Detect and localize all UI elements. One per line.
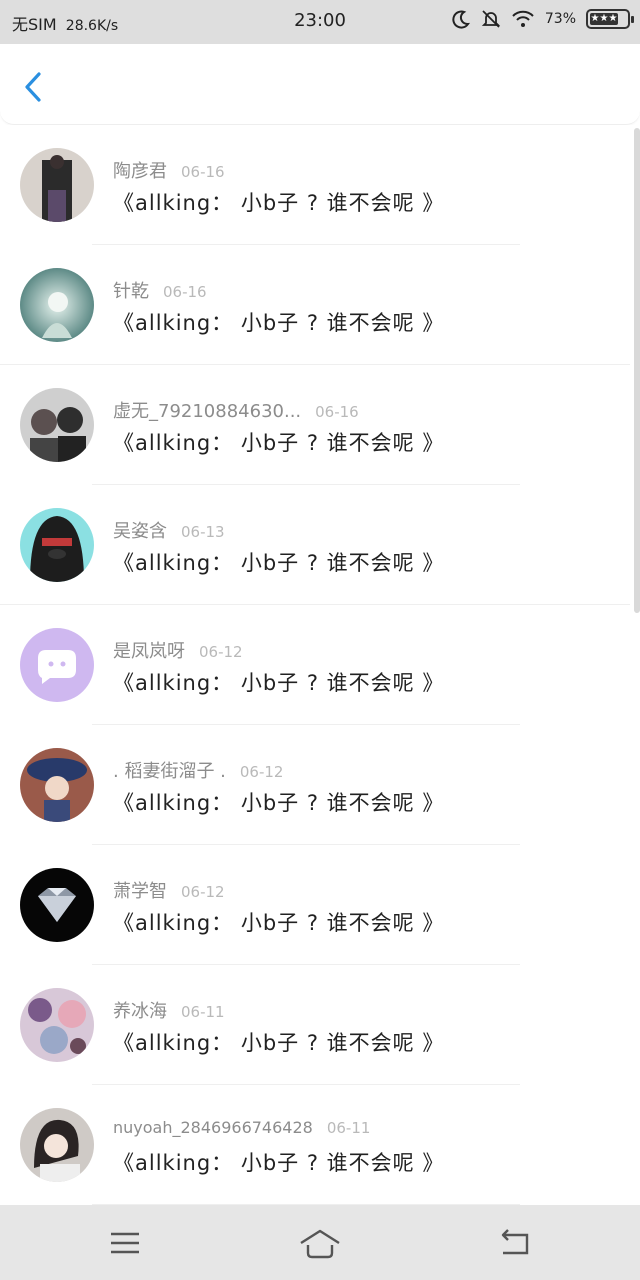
sender-name: 是凤岚呀 <box>113 641 185 662</box>
battery-icon: ★★★ <box>586 9 634 29</box>
sender-name: 针乾 <box>113 281 149 302</box>
message-list[interactable]: 陶彦君 06-16 《allking： 小b子 ? 谁不会呢 》 针乾 06-16 … <box>0 125 640 1205</box>
sender-name: 吴姿含 <box>113 521 167 542</box>
sender-line: 虚无_79210884630... 06-16 <box>113 397 359 423</box>
menu-button[interactable] <box>105 1223 145 1263</box>
sender-line: 陶彦君 06-16 <box>113 157 225 183</box>
mute-bell-icon <box>481 10 501 28</box>
message-text: 《allking： 小b子 ? 谁不会呢 》 <box>113 431 445 455</box>
message-date: 06-12 <box>199 643 243 661</box>
sender-name: 陶彦君 <box>113 161 167 182</box>
message-text: 《allking： 小b子 ? 谁不会呢 》 <box>113 191 445 215</box>
message-text: 《allking： 小b子 ? 谁不会呢 》 <box>113 911 445 935</box>
message-text: 《allking： 小b子 ? 谁不会呢 》 <box>113 1151 445 1175</box>
avatar[interactable] <box>20 148 94 222</box>
message-date: 06-11 <box>181 1003 225 1021</box>
list-item[interactable]: 养冰海 06-11 《allking： 小b子 ? 谁不会呢 》 <box>0 965 630 1085</box>
status-right: 73% ★★★ <box>451 9 634 29</box>
sender-line: 是凤岚呀 06-12 <box>113 637 243 663</box>
top-nav-bar <box>0 44 640 125</box>
list-item[interactable]: . 稻妻街溜子 . 06-12 《allking： 小b子 ? 谁不会呢 》 <box>0 725 630 845</box>
sender-name: 虚无_79210884630... <box>113 401 302 422</box>
chevron-left-icon <box>25 72 41 102</box>
scrollbar[interactable] <box>634 128 640 613</box>
list-item[interactable]: 萧学智 06-12 《allking： 小b子 ? 谁不会呢 》 <box>0 845 630 965</box>
avatar[interactable] <box>20 388 94 462</box>
sender-line: 吴姿含 06-13 <box>113 517 225 543</box>
message-date: 06-16 <box>315 403 359 421</box>
message-date: 06-16 <box>163 283 207 301</box>
moon-icon <box>452 10 470 29</box>
message-date: 06-12 <box>239 763 284 781</box>
home-button[interactable] <box>298 1223 342 1263</box>
avatar[interactable] <box>20 868 94 942</box>
message-date: 06-12 <box>181 883 225 901</box>
sender-name: nuyoah_2846966746428 <box>113 1118 313 1137</box>
wifi-icon <box>512 10 534 27</box>
sender-line: . 稻妻街溜子 . 06-12 <box>113 757 283 783</box>
avatar[interactable] <box>20 748 94 822</box>
list-item[interactable]: 是凤岚呀 06-12 《allking： 小b子 ? 谁不会呢 》 <box>0 605 630 725</box>
list-item[interactable]: 陶彦君 06-16 《allking： 小b子 ? 谁不会呢 》 <box>0 125 630 245</box>
back-button[interactable] <box>20 70 50 104</box>
avatar[interactable] <box>20 508 94 582</box>
system-nav-bar <box>0 1205 640 1280</box>
status-bar: 无SIM 28.6K/s 23:00 73% ★★★ <box>0 0 640 44</box>
avatar[interactable] <box>20 988 94 1062</box>
message-date: 06-16 <box>181 163 225 181</box>
message-text: 《allking： 小b子 ? 谁不会呢 》 <box>113 1031 445 1055</box>
home-icon <box>300 1229 340 1259</box>
avatar[interactable] <box>20 628 94 702</box>
message-date: 06-13 <box>181 523 225 541</box>
message-text: 《allking： 小b子 ? 谁不会呢 》 <box>113 791 445 815</box>
list-item[interactable]: 针乾 06-16 《allking： 小b子 ? 谁不会呢 》 <box>0 245 630 365</box>
message-date: 06-11 <box>326 1119 371 1137</box>
sender-line: 针乾 06-16 <box>113 277 207 303</box>
message-text: 《allking： 小b子 ? 谁不会呢 》 <box>113 311 445 335</box>
sender-line: nuyoah_2846966746428 06-11 <box>113 1117 370 1138</box>
message-text: 《allking： 小b子 ? 谁不会呢 》 <box>113 551 445 575</box>
list-item[interactable]: 虚无_79210884630... 06-16 《allking： 小b子 ? 谁… <box>0 365 630 485</box>
sender-name: 萧学智 <box>113 881 167 902</box>
message-text: 《allking： 小b子 ? 谁不会呢 》 <box>113 671 445 695</box>
list-item[interactable]: nuyoah_2846966746428 06-11 《allking： 小b子 … <box>0 1085 630 1205</box>
list-item[interactable]: 吴姿含 06-13 《allking： 小b子 ? 谁不会呢 》 <box>0 485 630 605</box>
sender-line: 养冰海 06-11 <box>113 997 225 1023</box>
avatar[interactable] <box>20 268 94 342</box>
sender-name: 养冰海 <box>113 1001 167 1022</box>
back-icon <box>501 1229 529 1255</box>
sender-line: 萧学智 06-12 <box>113 877 225 903</box>
avatar[interactable] <box>20 1108 94 1182</box>
menu-icon <box>111 1232 139 1254</box>
back-nav-button[interactable] <box>495 1223 535 1263</box>
battery-percent: 73% <box>544 11 576 27</box>
sender-name: . 稻妻街溜子 . <box>113 761 226 782</box>
